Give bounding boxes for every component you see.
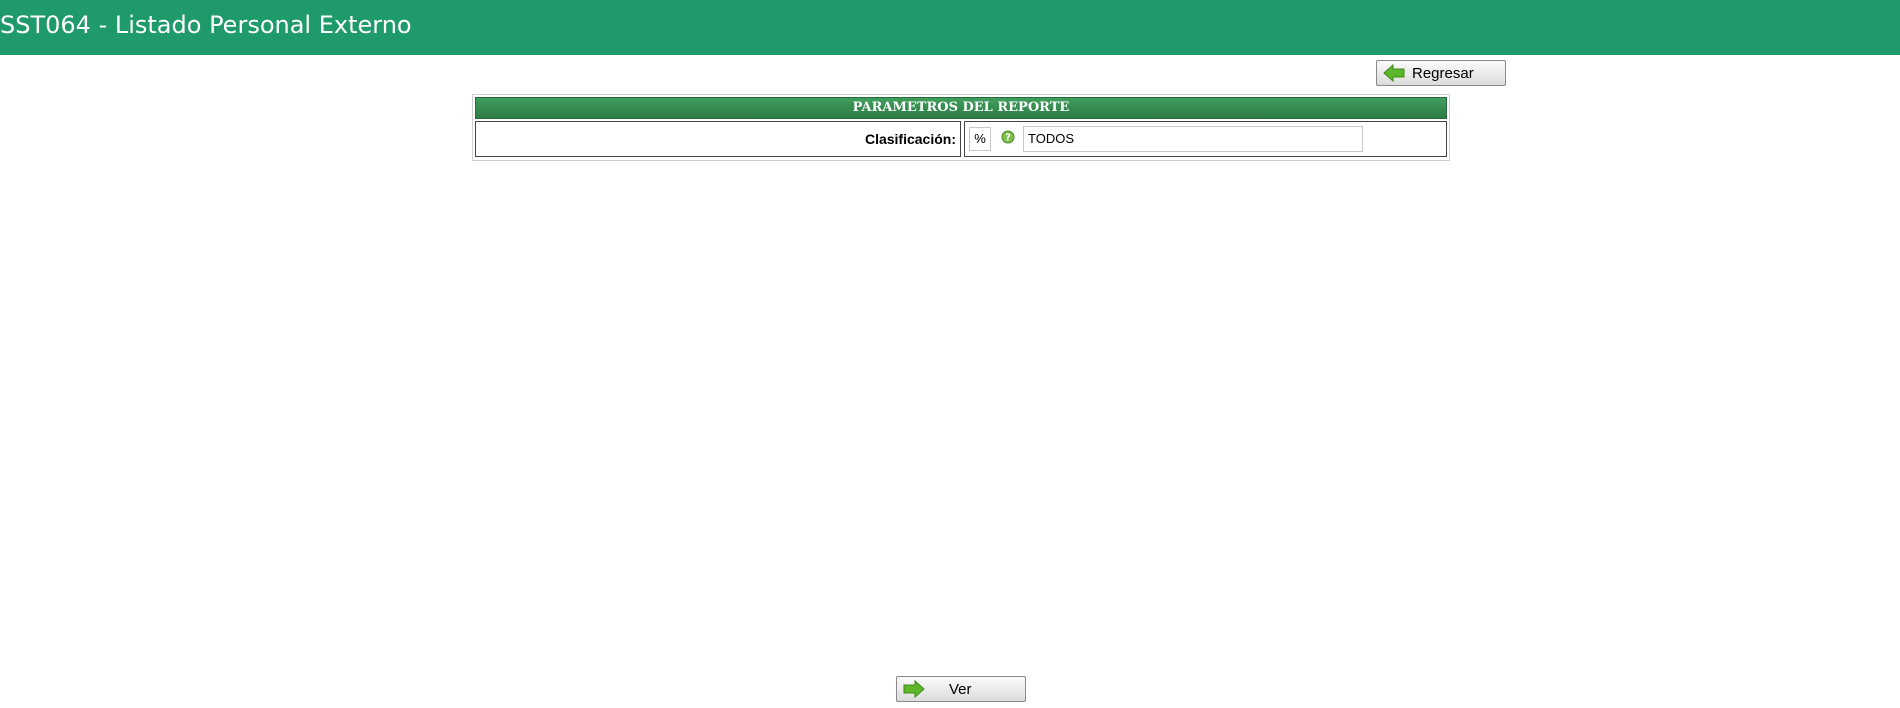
- back-button-label: Regresar: [1412, 65, 1474, 82]
- arrow-right-icon: [903, 680, 925, 698]
- view-button-label: Ver: [949, 681, 972, 698]
- help-icon[interactable]: ?: [1001, 130, 1015, 144]
- clasificacion-value-cell: % ? TODOS: [964, 121, 1447, 157]
- clasificacion-description-field[interactable]: TODOS: [1023, 126, 1363, 152]
- back-button[interactable]: Regresar: [1376, 60, 1506, 86]
- arrow-left-icon: [1383, 64, 1405, 82]
- page-title: SST064 - Listado Personal Externo: [0, 11, 412, 39]
- clasificacion-code-input[interactable]: %: [969, 127, 991, 151]
- report-parameters-panel: PARAMETROS DEL REPORTE Clasificación: % …: [472, 94, 1450, 161]
- report-parameters-header: PARAMETROS DEL REPORTE: [475, 97, 1447, 119]
- clasificacion-label: Clasificación:: [475, 121, 961, 157]
- view-button[interactable]: Ver: [896, 676, 1026, 702]
- svg-text:?: ?: [1005, 133, 1011, 144]
- top-header-bar: SST064 - Listado Personal Externo: [0, 0, 1900, 55]
